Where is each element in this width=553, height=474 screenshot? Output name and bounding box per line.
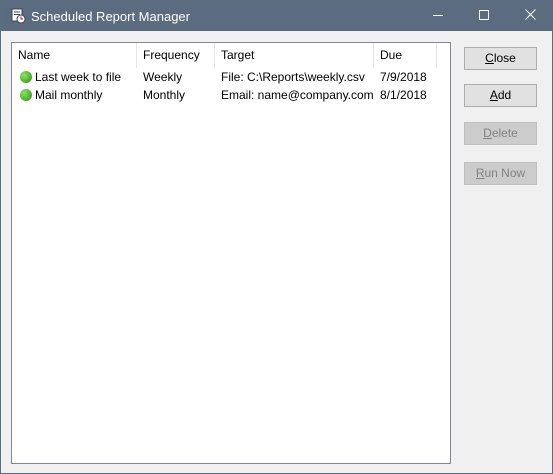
report-manager-window: Scheduled Report Manager Name Frequency …	[0, 0, 553, 474]
add-button-mnemonic: A	[489, 88, 498, 102]
dialog-client-area: Name Frequency Target Due Last week to f…	[1, 31, 552, 473]
row-frequency: Monthly	[143, 88, 186, 102]
column-header-frequency[interactable]: Frequency	[137, 43, 215, 68]
close-button-mnemonic: C	[485, 51, 494, 65]
row-name: Mail monthly	[35, 88, 103, 102]
active-status-icon	[20, 89, 32, 101]
minimize-icon	[433, 9, 443, 23]
window-title: Scheduled Report Manager	[31, 9, 190, 24]
column-header-name[interactable]: Name	[12, 43, 137, 68]
list-row[interactable]: Last week to file Weekly File: C:\Report…	[12, 68, 450, 86]
row-frequency: Weekly	[143, 70, 183, 84]
row-target: Email: name@company.com	[221, 88, 374, 102]
active-status-icon	[20, 71, 32, 83]
maximize-icon	[479, 9, 489, 23]
close-button-label: lose	[493, 51, 516, 65]
row-target: File: C:\Reports\weekly.csv	[221, 70, 365, 84]
list-header: Name Frequency Target Due	[12, 43, 448, 68]
run-now-button-label: un Now	[484, 166, 526, 180]
scheduled-reports-list[interactable]: Name Frequency Target Due Last week to f…	[11, 42, 451, 464]
add-button[interactable]: Add	[464, 84, 537, 107]
column-header-due[interactable]: Due	[374, 43, 437, 68]
maximize-button[interactable]	[461, 1, 507, 31]
delete-button[interactable]: Delete	[464, 122, 537, 145]
minimize-button[interactable]	[415, 1, 461, 31]
report-scheduler-icon[interactable]	[10, 8, 26, 24]
run-now-button[interactable]: Run Now	[464, 162, 537, 185]
row-due: 8/1/2018	[380, 88, 427, 102]
close-window-button[interactable]	[507, 1, 552, 31]
row-name: Last week to file	[35, 70, 122, 84]
add-button-label: dd	[497, 88, 512, 102]
close-icon	[524, 9, 536, 23]
delete-button-label: elete	[491, 126, 518, 140]
column-header-target[interactable]: Target	[215, 43, 374, 68]
delete-button-mnemonic: D	[483, 126, 492, 140]
close-button[interactable]: Close	[464, 47, 537, 70]
list-row[interactable]: Mail monthly Monthly Email: name@company…	[12, 86, 450, 104]
row-due: 7/9/2018	[380, 70, 427, 84]
title-bar[interactable]: Scheduled Report Manager	[1, 1, 552, 31]
